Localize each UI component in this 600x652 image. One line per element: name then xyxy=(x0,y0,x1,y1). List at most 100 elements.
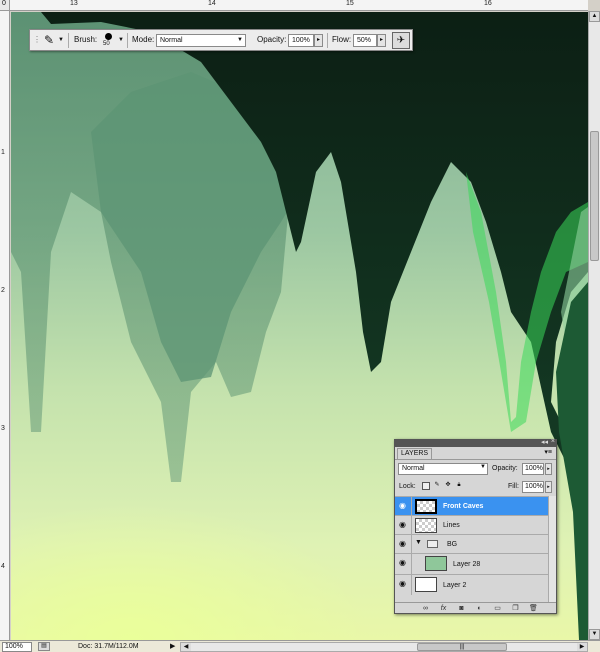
divider xyxy=(411,554,412,574)
ruler-tick-label: 3 xyxy=(1,425,5,432)
tool-options-bar: ⋮ ✎ ▼ Brush: 50 ▼ Mode: Normal ▼ Opacity… xyxy=(29,29,413,51)
ruler-tick-label: 1 xyxy=(1,149,5,156)
new-group-icon[interactable]: ▭ xyxy=(493,605,502,613)
eye-icon[interactable]: ◉ xyxy=(399,521,408,529)
ruler-origin[interactable]: 0 xyxy=(0,0,10,11)
opacity-label: Opacity: xyxy=(492,465,518,472)
brush-icon[interactable]: ✎ xyxy=(44,30,54,50)
horizontal-scrollbar[interactable]: ◀ ||| ▶ xyxy=(180,642,588,652)
tab-layers[interactable]: LAYERS xyxy=(397,448,433,459)
opacity-arrow-icon[interactable]: ▸ xyxy=(545,463,552,475)
scroll-down-icon[interactable]: ▼ xyxy=(589,629,600,640)
document-size: Doc: 31.7M/112.0M xyxy=(78,643,139,650)
divider xyxy=(127,33,128,48)
eye-icon[interactable]: ◉ xyxy=(399,502,408,510)
fx-icon[interactable]: fx xyxy=(439,605,448,613)
lock-pixels-icon[interactable]: ✎ xyxy=(433,482,441,490)
new-layer-icon[interactable]: ❐ xyxy=(511,605,520,613)
layer-name: Layer 28 xyxy=(453,561,481,568)
layer-row-bg-group[interactable]: ◉ ▼ BG xyxy=(395,534,556,553)
ruler-tick-label: 15 xyxy=(346,0,354,7)
layer-list: ◉ Front Caves ◉ Lines ◉ ▼ BG ◉ Layer 28 … xyxy=(395,496,556,595)
eye-icon[interactable]: ◉ xyxy=(399,559,408,567)
mode-chevron-down-icon[interactable]: ▼ xyxy=(237,30,243,50)
flow-label: Flow: xyxy=(332,35,352,44)
ruler-tick-label: 2 xyxy=(1,287,5,294)
ruler-tick-label: 16 xyxy=(484,0,492,7)
adjustment-icon[interactable]: ◐ xyxy=(475,605,484,613)
flow-field[interactable]: 50% xyxy=(353,34,377,47)
mask-icon[interactable]: ◙ xyxy=(457,605,466,613)
mode-select[interactable]: Normal xyxy=(156,34,246,47)
collapse-icon[interactable]: ◂◂ xyxy=(541,438,548,446)
scroll-thumb[interactable] xyxy=(590,131,599,261)
fill-arrow-icon[interactable]: ▸ xyxy=(545,481,552,493)
flow-slider-arrow-icon[interactable]: ▸ xyxy=(377,34,386,47)
layer-opacity-field[interactable]: 100% xyxy=(522,463,544,475)
zoom-level-field[interactable]: 100% xyxy=(2,642,32,652)
layer-name: Front Caves xyxy=(443,503,484,510)
fill-label: Fill: xyxy=(508,483,519,490)
layer-name: BG xyxy=(447,541,458,548)
divider xyxy=(327,33,328,48)
close-icon[interactable]: × xyxy=(551,438,555,445)
opacity-field[interactable]: 100% xyxy=(288,34,314,47)
panel-titlebar[interactable]: ◂◂ × xyxy=(395,438,556,447)
lock-all-icon[interactable]: 🔒︎ xyxy=(455,482,463,490)
scroll-left-icon[interactable]: ◀ xyxy=(181,643,191,651)
opacity-label: Opacity: xyxy=(257,35,287,44)
divider xyxy=(411,516,412,534)
lock-label: Lock: xyxy=(399,483,416,490)
layer-name: Lines xyxy=(443,522,460,529)
trash-icon[interactable]: 🗑︎ xyxy=(529,605,538,613)
divider xyxy=(411,497,412,515)
opacity-slider-arrow-icon[interactable]: ▸ xyxy=(314,34,323,47)
grip-handle[interactable]: ⋮ xyxy=(33,30,41,50)
canvas-glow xyxy=(11,412,411,640)
expand-chevron-down-icon[interactable]: ▼ xyxy=(415,539,422,546)
divider xyxy=(68,33,69,48)
divider xyxy=(411,575,412,595)
brush-size: 50 xyxy=(103,41,110,47)
blend-chevron-down-icon[interactable]: ▼ xyxy=(480,464,486,470)
mode-label: Mode: xyxy=(132,35,155,44)
layers-scrollbar[interactable] xyxy=(548,496,556,602)
scroll-right-icon[interactable]: ▶ xyxy=(577,643,587,651)
scroll-thumb[interactable]: ||| xyxy=(417,643,507,651)
document-status-icon[interactable]: ▤ xyxy=(38,642,50,651)
fill-field[interactable]: 100% xyxy=(522,481,544,493)
ruler-tick-label: 13 xyxy=(70,0,78,7)
layer-thumbnail xyxy=(425,556,447,571)
layer-thumbnail xyxy=(415,499,437,514)
blend-mode-select[interactable]: Normal xyxy=(398,463,488,475)
airbrush-icon[interactable]: ✈ xyxy=(392,32,410,49)
layers-panel: ◂◂ × LAYERS ▾≡ Normal ▼ Opacity: 100% ▸ … xyxy=(394,438,557,614)
panel-menu-icon[interactable]: ▾≡ xyxy=(544,448,552,456)
ruler-tick-label: 14 xyxy=(208,0,216,7)
link-icon[interactable]: ∞ xyxy=(421,605,430,613)
status-menu-arrow-icon[interactable]: ▶ xyxy=(170,642,175,650)
layer-row-layer-28[interactable]: ◉ Layer 28 xyxy=(395,553,556,574)
vertical-ruler[interactable]: 1 2 3 4 xyxy=(0,11,10,640)
eye-icon[interactable]: ◉ xyxy=(399,540,408,548)
status-bar: 100% ▤ Doc: 31.7M/112.0M ▶ ◀ ||| ▶ xyxy=(0,640,600,652)
layer-row-layer-2[interactable]: ◉ Layer 2 xyxy=(395,574,556,595)
ruler-corner-label: 0 xyxy=(2,0,6,7)
eye-icon[interactable]: ◉ xyxy=(399,580,408,588)
brush-label: Brush: xyxy=(74,35,98,44)
horizontal-ruler[interactable]: 13 14 15 16 xyxy=(10,0,588,11)
brush-picker-chevron-down-icon[interactable]: ▼ xyxy=(118,30,124,50)
folder-icon xyxy=(427,540,438,548)
ruler-tick-label: 4 xyxy=(1,563,5,570)
lock-position-icon[interactable]: ✥ xyxy=(444,482,452,490)
scroll-up-icon[interactable]: ▲ xyxy=(589,11,600,22)
layer-row-lines[interactable]: ◉ Lines xyxy=(395,515,556,534)
layers-panel-body: Normal ▼ Opacity: 100% ▸ Lock: ✎ ✥ 🔒︎ Fi… xyxy=(395,459,556,614)
brush-preview-icon[interactable] xyxy=(105,33,112,40)
divider xyxy=(411,535,412,553)
tool-preset-chevron-down-icon[interactable]: ▼ xyxy=(58,30,64,50)
vertical-scrollbar[interactable]: ▲ ▼ xyxy=(588,11,600,640)
layer-thumbnail xyxy=(415,577,437,592)
layer-row-front-caves[interactable]: ◉ Front Caves xyxy=(395,496,556,515)
lock-transparency-icon[interactable] xyxy=(422,482,430,490)
